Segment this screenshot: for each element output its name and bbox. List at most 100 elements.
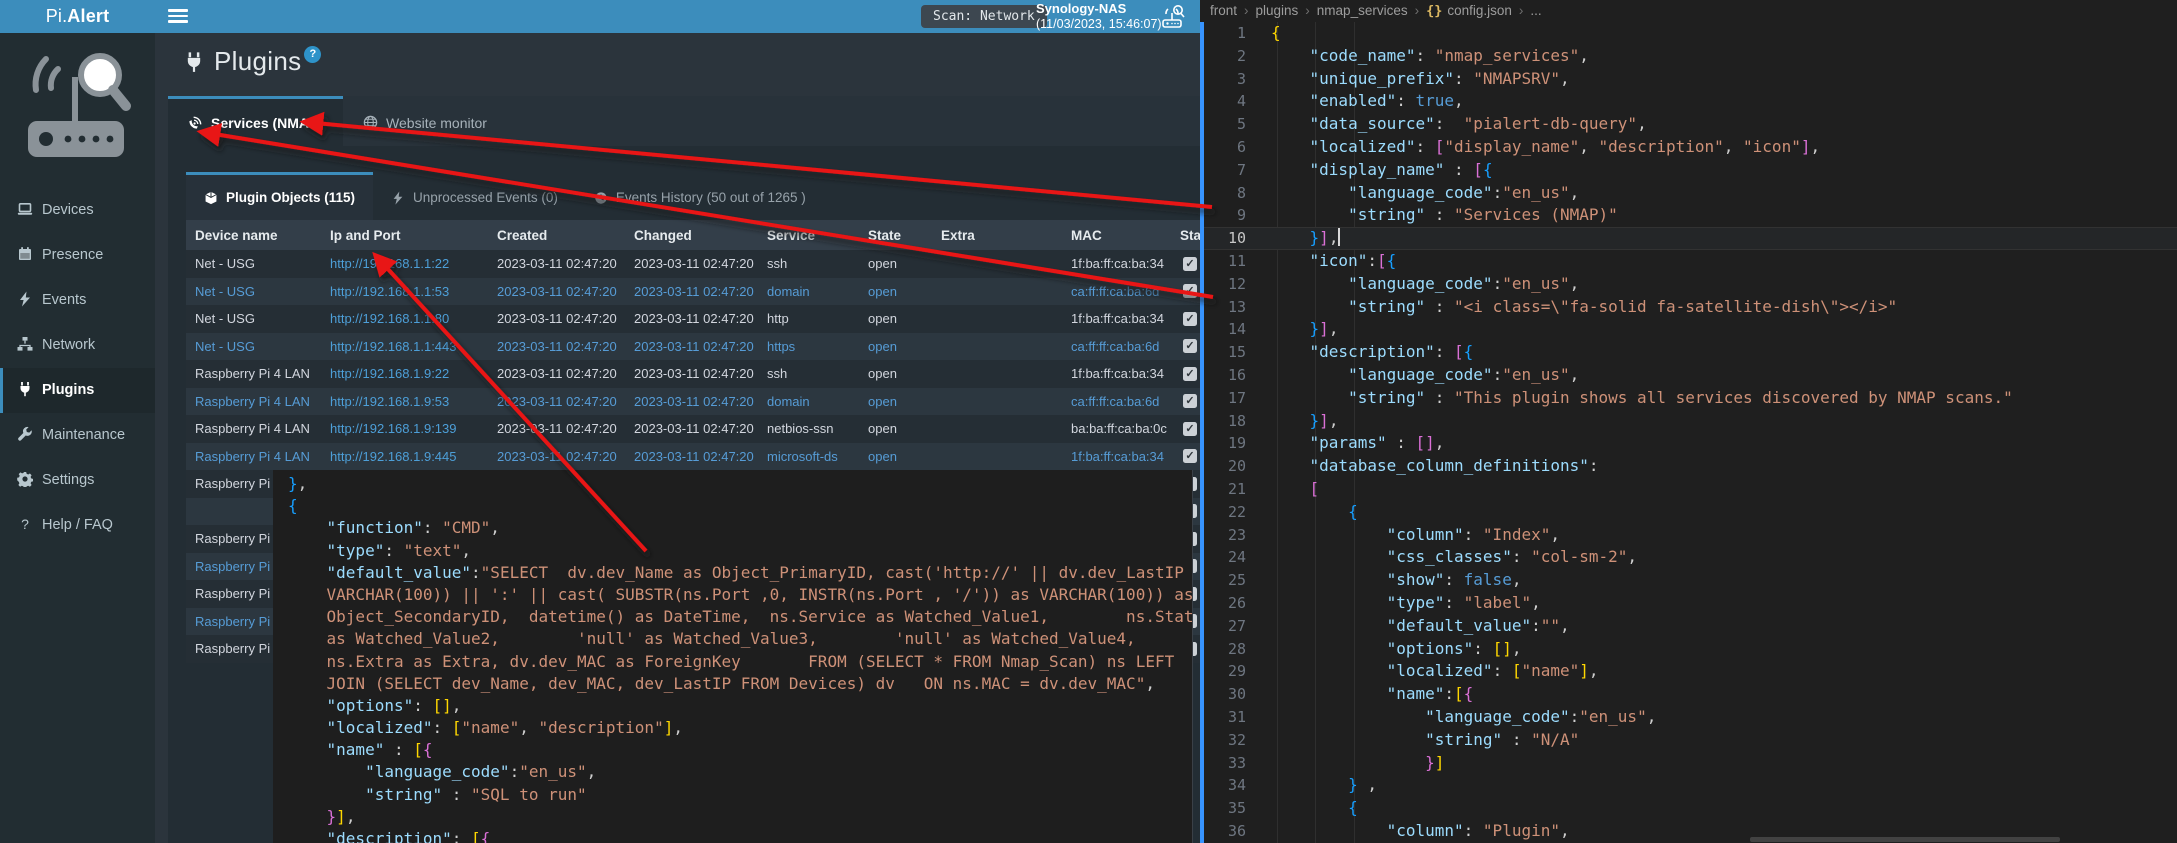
column-header[interactable]: Device name [186,228,321,243]
table-row[interactable]: Raspberry Pi 4 LANhttp://192.168.1.9:139… [186,415,1200,443]
ip-port-link[interactable]: http://192.168.1.1:22 [321,256,488,271]
sidebar-item-presence[interactable]: Presence [0,233,155,278]
editor-code-area[interactable]: 1{2 "code_name": "nmap_services",3 "uniq… [1200,22,2177,843]
cell: open [859,256,932,271]
code-token: , [1570,183,1580,202]
code-line: 21 [ [1200,478,2177,501]
code-token: , [1570,365,1580,384]
ip-port-link[interactable]: http://192.168.1.9:53 [321,394,488,409]
code-token: "string" [1271,205,1425,224]
status-checkbox[interactable]: ✓ [1183,257,1197,271]
code-line: 9 "string" : "Services (NMAP)" [1200,204,2177,227]
ip-port-link[interactable]: http://192.168.1.9:445 [321,449,488,464]
breadcrumb-item[interactable]: ... [1530,3,1541,18]
breadcrumb-item[interactable]: front [1210,3,1237,18]
column-header[interactable]: Changed [625,228,758,243]
tab-unprocessed-events-0[interactable]: Unprocessed Events (0) [373,172,576,220]
cell: 2023-03-11 02:47:20 [625,311,758,326]
column-header[interactable]: Created [488,228,625,243]
code-token: , [1454,91,1464,110]
status-checkbox[interactable]: ✓ [1183,312,1197,326]
line-number: 22 [1200,501,1246,524]
breadcrumb-item[interactable]: plugins [1256,3,1299,18]
code-token: "" [1541,616,1560,635]
code-token: ] [1435,753,1445,772]
ip-port-link[interactable]: http://192.168.1.9:139 [321,421,488,436]
code-token: [ [471,829,481,843]
status-checkbox[interactable]: ✓ [1183,339,1197,353]
cell: Net - USG [186,311,321,326]
table-header-row: Device nameIp and PortCreatedChangedServ… [186,220,1200,250]
code-token: : [452,829,471,843]
editor-horizontal-scrollbar[interactable] [1750,837,2060,842]
code-token: , [1550,525,1560,544]
line-number: 6 [1200,136,1246,159]
breadcrumb-item[interactable]: config.json [1447,3,1512,18]
help-badge[interactable]: ? [304,46,321,63]
tab-events-history-50-out-of-1265[interactable]: Events History (50 out of 1265 ) [576,172,824,220]
ip-port-link[interactable]: http://192.168.1.1:443 [321,339,488,354]
code-token: "enabled" [1271,91,1396,110]
line-number: 4 [1200,90,1246,113]
code-line: JOIN (SELECT dev_Name, dev_MAC, dev_Last… [288,673,1192,695]
hamburger-icon[interactable] [168,9,188,24]
brand-logo[interactable]: Pi.Alert [0,0,155,33]
code-token: "en_us" [1502,365,1569,384]
code-token: , [1560,69,1570,88]
column-header[interactable]: Service [758,228,859,243]
line-number: 1 [1200,22,1246,45]
table-row[interactable]: Net - USGhttp://192.168.1.1:222023-03-11… [186,250,1200,278]
code-token: ] [1319,319,1329,338]
column-header[interactable]: Status [1171,228,1200,243]
column-header[interactable]: Extra [932,228,1062,243]
sidebar-item-events[interactable]: Events [0,278,155,323]
line-number: 23 [1200,524,1246,547]
object-tab-bar: Plugin Objects (115)Unprocessed Events (… [186,172,824,220]
ip-port-link[interactable]: http://192.168.1.1:53 [321,284,488,299]
sidebar-item-plugins[interactable]: Plugins [0,368,155,413]
question-icon: ? [17,516,33,532]
cell: 1f:ba:ff:ca:ba:34 [1062,311,1171,326]
pialert-logo [12,43,142,173]
status-checkbox[interactable]: ✓ [1183,449,1197,463]
table-row[interactable]: Raspberry Pi 4 LANhttp://192.168.1.9:445… [186,443,1200,471]
column-header[interactable]: State [859,228,932,243]
sidebar-item-maintenance[interactable]: Maintenance [0,413,155,458]
table-row[interactable]: Raspberry Pi 4 LANhttp://192.168.1.9:222… [186,360,1200,388]
status-checkbox[interactable]: ✓ [1183,394,1197,408]
table-row[interactable]: Raspberry Pi 4 LANhttp://192.168.1.9:532… [186,388,1200,416]
ip-port-link[interactable]: http://192.168.1.9:22 [321,366,488,381]
sidebar-item-settings[interactable]: Settings [0,458,155,503]
tab-services-nmap[interactable]: Services (NMAP) [168,96,343,146]
line-number: 31 [1200,706,1246,729]
ip-port-link[interactable]: http://192.168.1.1:80 [321,311,488,326]
sidebar-item-devices[interactable]: Devices [0,188,155,233]
code-token: "N/A" [1531,730,1579,749]
code-line: 10 }], [1200,227,2177,250]
status-checkbox[interactable]: ✓ [1183,422,1197,436]
table-row[interactable]: Net - USGhttp://192.168.1.1:532023-03-11… [186,278,1200,306]
status-checkbox[interactable]: ✓ [1183,367,1197,381]
breadcrumb-item[interactable]: nmap_services [1317,3,1408,18]
code-line: "string" : "SQL to run" [288,784,1192,806]
code-token: : [1464,525,1483,544]
status-checkbox[interactable]: ✓ [1183,284,1197,298]
code-line: 17 "string" : "This plugin shows all ser… [1200,387,2177,410]
sidebar-item-network[interactable]: Network [0,323,155,368]
cell: 2023-03-11 02:47:20 [488,449,625,464]
sidebar-item-help-faq[interactable]: ?Help / FAQ [0,503,155,548]
column-header[interactable]: Ip and Port [321,228,488,243]
table-row[interactable]: Net - USGhttp://192.168.1.1:80 2023-03-11… [186,305,1200,333]
pialert-mini-logo-icon[interactable] [1160,3,1188,31]
line-number: 14 [1200,318,1246,341]
tab-plugin-objects-115[interactable]: Plugin Objects (115) [186,172,373,220]
table-row[interactable]: Net - USGhttp://192.168.1.1:4432023-03-1… [186,333,1200,361]
tab-website-monitor[interactable]: Website monitor [343,96,507,146]
code-token: "localized" [1271,137,1416,156]
code-line: ns.Extra as Extra, dv.dev_MAC as Foreign… [288,651,1192,673]
column-header[interactable]: MAC [1062,228,1171,243]
code-token: , [1531,593,1541,612]
cell: Raspberry Pi 4 LAN [186,394,321,409]
code-token: "options" [1271,639,1473,658]
code-token: "name" [1271,684,1444,703]
